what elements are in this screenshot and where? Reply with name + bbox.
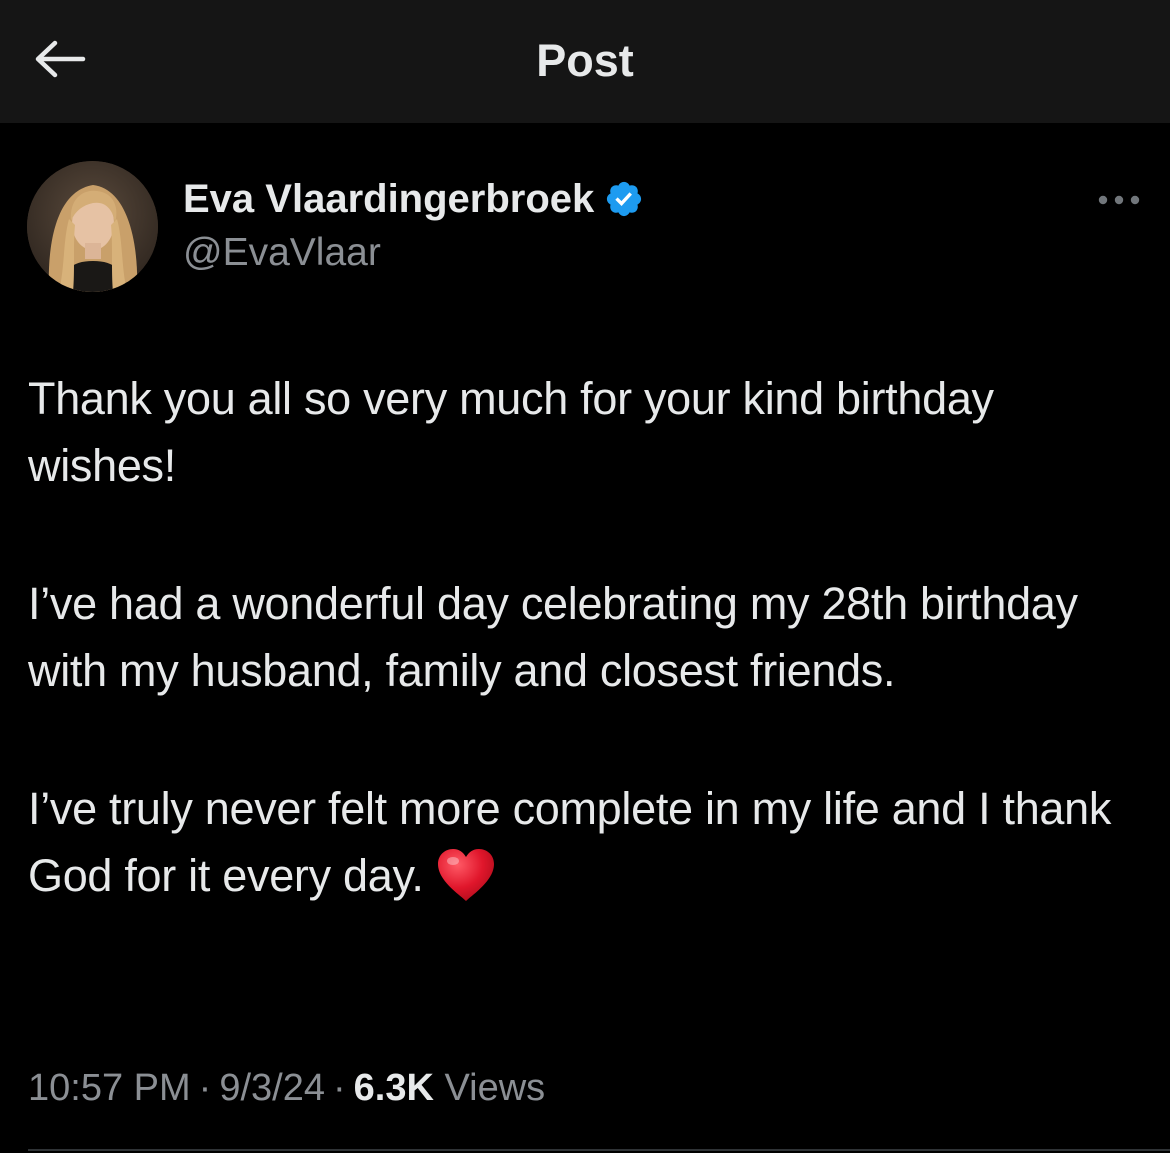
post-paragraph: Thank you all so very much for your kind… bbox=[28, 365, 1148, 499]
post-paragraph-text: I’ve had a wonderful day celebrating my … bbox=[28, 578, 1078, 696]
post-paragraph-text: I’ve truly never felt more complete in m… bbox=[28, 783, 1112, 901]
divider bbox=[28, 1149, 1170, 1151]
avatar[interactable] bbox=[27, 161, 158, 292]
more-horizontal-icon bbox=[1098, 195, 1140, 205]
avatar-photo bbox=[27, 161, 158, 292]
author-handle[interactable]: @EvaVlaar bbox=[183, 229, 381, 277]
views-count: 6.3K bbox=[353, 1067, 434, 1109]
post-paragraph-text: Thank you all so very much for your kind… bbox=[28, 373, 994, 491]
top-bar: Post bbox=[0, 0, 1170, 123]
post-paragraph: I’ve truly never felt more complete in m… bbox=[28, 775, 1148, 909]
back-button[interactable] bbox=[22, 26, 98, 92]
post-meta: 10:57 PM · 9/3/24 · 6.3K Views bbox=[28, 1061, 545, 1115]
red-heart-icon bbox=[437, 849, 494, 901]
post-time: 10:57 PM bbox=[28, 1067, 191, 1109]
arrow-left-icon bbox=[35, 40, 86, 78]
post-text: Thank you all so very much for your kind… bbox=[28, 365, 1148, 909]
author-row[interactable]: Eva Vlaardingerbroek bbox=[183, 174, 644, 224]
author-display-name: Eva Vlaardingerbroek bbox=[183, 177, 595, 221]
meta-separator: · bbox=[332, 1067, 346, 1109]
more-options-button[interactable] bbox=[1086, 180, 1152, 220]
post-screen: Post Eva Vlaardingerbroek @EvaVlaar Than… bbox=[0, 0, 1170, 1153]
page-title: Post bbox=[536, 35, 634, 86]
meta-separator: · bbox=[198, 1067, 212, 1109]
views-label: Views bbox=[444, 1067, 546, 1109]
post-paragraph: I’ve had a wonderful day celebrating my … bbox=[28, 570, 1148, 704]
post-date: 9/3/24 bbox=[219, 1067, 325, 1109]
verified-badge-icon bbox=[607, 181, 642, 217]
